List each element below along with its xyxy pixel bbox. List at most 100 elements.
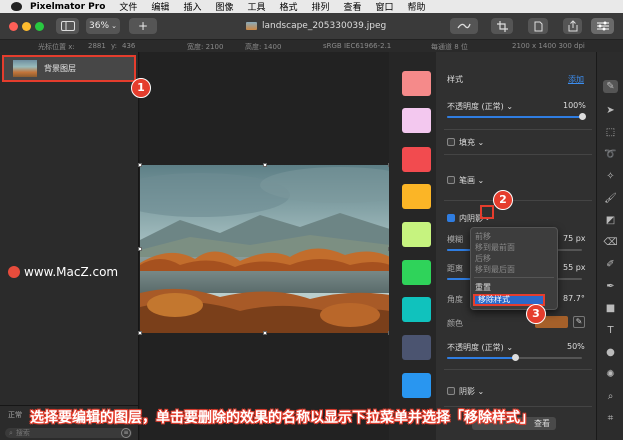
document-filename: landscape_205330039.jpeg [262,21,387,31]
lasso-tool-icon[interactable]: ➰ [603,148,618,161]
image-width: 宽度: 2100 [187,43,224,51]
pen-tool-icon[interactable]: ✒ [603,280,618,293]
document-button[interactable] [528,18,548,34]
cursor-x-value: 2881 [88,42,106,50]
selection-tool-icon[interactable]: ⬚ [603,126,618,139]
retouch-tool-icon[interactable]: ✐ [603,258,618,271]
opacity2-value: 50% [567,342,585,351]
cursor-x-label: 光标位置 x: [38,43,75,51]
style-preset[interactable] [402,297,431,322]
layer-row-background[interactable]: 背景图层 [2,55,136,82]
crop-button[interactable] [491,18,513,34]
effects-icon[interactable]: ✺ [603,368,618,381]
distance-label: 距离 [447,264,463,273]
opacity-label[interactable]: 不透明度 (正常) ⌄ [447,101,513,112]
style-tool-icon[interactable]: ✎ [603,80,618,93]
divider [444,200,592,201]
menu-window[interactable]: 窗口 [376,0,394,13]
search-placeholder: 搜索 [15,429,30,437]
style-preset[interactable] [402,222,431,247]
chevron-down-icon: ⌄ [111,22,117,30]
menu-item-bring-forward[interactable]: 前移 [475,231,491,242]
menu-image[interactable]: 图像 [215,0,233,13]
fill-checkbox[interactable] [447,138,455,146]
search-icon: ⌕ [9,428,13,437]
opacity2-slider[interactable] [447,354,582,361]
shape-tool-icon[interactable]: ■ [603,302,618,315]
magic-wand-icon[interactable]: ✧ [603,170,618,183]
color-adjust-icon[interactable]: ● [603,346,618,359]
sliders-icon [596,21,609,31]
angle-label: 角度 [447,295,463,304]
step-badge: 3 [526,304,546,324]
cursor-y-label: y: [111,42,117,50]
menu-item-send-to-back[interactable]: 移到最后面 [475,264,515,275]
window-toolbar: 36% ⌄ + landscape_205330039.jpeg [0,13,623,40]
shadow-label[interactable]: 阴影 ⌄ [459,386,484,397]
filter-icon[interactable]: ≡ [121,428,131,438]
sidebar-toggle-button[interactable] [56,18,79,34]
eraser-icon[interactable]: ⌫ [603,236,618,249]
menu-edit[interactable]: 编辑 [151,0,169,13]
fill-label[interactable]: 填充 ⌄ [459,137,484,148]
layers-sidebar: 背景图层 www.MacZ.com 正常 ⌕ 搜索 ≡ [0,52,139,440]
type-tool-icon[interactable]: T [603,324,618,337]
tools-style-button[interactable] [450,18,478,34]
stroke-label[interactable]: 笔画 ⌄ [459,175,484,186]
menu-item-reset[interactable]: 重置 [475,282,491,293]
menu-arrange[interactable]: 排列 [312,0,330,13]
opacity2-label[interactable]: 不透明度 (正常) ⌄ [447,342,513,353]
blend-mode-label[interactable]: 正常 [8,410,22,420]
style-preset[interactable] [402,184,431,209]
resize-handle[interactable] [138,163,142,167]
step-badge: 1 [131,78,151,98]
resize-handle[interactable] [263,163,267,167]
style-context-menu: 前移 移到最前面 后移 移到最后面 重置 移除样式 [470,227,558,310]
arrange-tool-icon[interactable]: ➤ [603,104,618,117]
resize-handle[interactable] [263,331,267,335]
opacity-slider[interactable] [447,113,586,120]
image-height: 高度: 1400 [245,43,282,51]
share-button[interactable] [563,18,582,34]
style-preset[interactable] [402,373,431,398]
apple-icon[interactable] [11,2,22,11]
style-preset[interactable] [402,108,431,133]
menu-tools[interactable]: 工具 [247,0,265,13]
stroke-checkbox[interactable] [447,176,455,184]
paint-brush-icon[interactable]: 🖌︎ [603,192,618,205]
menu-format[interactable]: 格式 [279,0,297,13]
gradient-tool-icon[interactable]: ◩ [603,214,618,227]
zoom-window-button[interactable] [35,22,44,31]
menu-item-bring-to-front[interactable]: 移到最前面 [475,242,515,253]
add-style-link[interactable]: 添加 [568,74,584,85]
menu-view[interactable]: 查看 [344,0,362,13]
bit-depth: 每通道 8 位 [431,43,468,51]
style-preset[interactable] [402,335,431,360]
color-space: sRGB IEC61966-2.1 [323,42,392,50]
layers-search-input[interactable]: ⌕ 搜索 [5,428,132,438]
inner-shadow-checkbox[interactable] [447,214,455,222]
app-menu[interactable]: Pixelmator Pro [30,2,105,12]
close-window-button[interactable] [9,22,18,31]
menu-help[interactable]: 帮助 [408,0,426,13]
crop-tool-icon[interactable]: ⌗ [603,412,618,425]
tutorial-caption: 选择要编辑的图层，单击要删除的效果的名称以显示下拉菜单并选择「移除样式」 [30,410,534,426]
add-button[interactable]: + [129,18,157,34]
tools-sidebar: ✎ ➤ ⬚ ➰ ✧ 🖌︎ ◩ ⌫ ✐ ✒ ■ T ● ✺ ⌕ ⌗ [596,52,623,440]
format-button[interactable] [591,18,614,34]
menu-item-send-backward[interactable]: 后移 [475,253,491,264]
resize-handle[interactable] [138,247,142,251]
style-preset[interactable] [402,71,431,96]
canvas-area[interactable] [138,52,392,440]
style-preset[interactable] [402,260,431,285]
minimize-window-button[interactable] [22,22,31,31]
zoom-dropdown[interactable]: 36% ⌄ [86,18,120,34]
zoom-tool-icon[interactable]: ⌕ [603,390,618,403]
style-preset[interactable] [402,147,431,172]
shadow-checkbox[interactable] [447,387,455,395]
menu-insert[interactable]: 插入 [183,0,201,13]
pixelmator-window: Pixelmator Pro 文件 编辑 插入 图像 工具 格式 排列 查看 窗… [0,0,623,440]
resize-handle[interactable] [138,331,142,335]
eyedropper-icon[interactable]: ✎ [573,316,585,328]
menu-file[interactable]: 文件 [119,0,137,13]
